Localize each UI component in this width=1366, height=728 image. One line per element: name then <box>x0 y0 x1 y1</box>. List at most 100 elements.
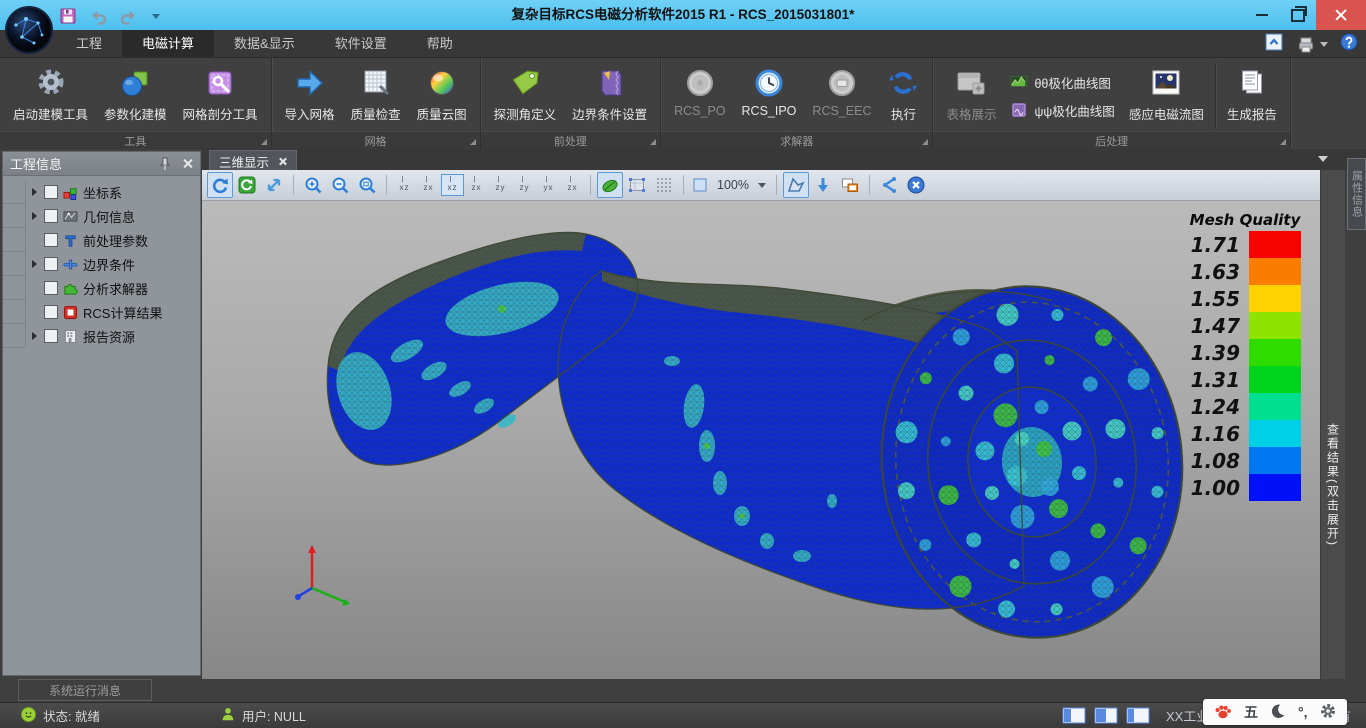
layout-split-center-icon[interactable] <box>1094 706 1118 725</box>
chevron-down-icon[interactable] <box>1318 156 1328 162</box>
fit-view-button[interactable] <box>261 172 287 198</box>
ribbon-button-4-1: RCS_PO <box>666 61 733 131</box>
view-orientation-button-3[interactable]: xz <box>441 174 464 196</box>
legend-tick: 1.39 <box>1174 341 1249 365</box>
checkbox[interactable] <box>44 281 58 295</box>
menu-tab-2[interactable]: 电磁计算 <box>122 30 214 57</box>
ime-wubi-label[interactable]: 五 <box>1244 702 1258 722</box>
expander-icon[interactable] <box>26 260 42 268</box>
tab-properties[interactable]: 属性信息 <box>1347 158 1366 230</box>
pin-icon[interactable] <box>158 157 172 171</box>
clear-view-button[interactable] <box>903 172 929 198</box>
export-image-button[interactable] <box>837 172 863 198</box>
ribbon-button-2-3[interactable]: 质量云图 <box>409 61 475 131</box>
ime-toolbar[interactable]: 五 °, <box>1203 699 1347 725</box>
tree-item-1[interactable]: 坐标系 <box>3 180 200 204</box>
boundary-condition-icon <box>594 65 626 101</box>
ribbon-button-2-1[interactable]: 导入网格 <box>277 61 343 131</box>
tab-system-messages[interactable]: 系统运行消息 <box>18 679 152 701</box>
expander-icon[interactable] <box>26 188 42 196</box>
legend-title: Mesh Quality <box>1174 211 1316 229</box>
ribbon-button-5-3[interactable]: 感应电磁流图 <box>1121 61 1212 131</box>
quick-access-dropdown-icon[interactable] <box>152 14 160 19</box>
redo-icon[interactable] <box>118 6 138 26</box>
wireframe-view-button[interactable] <box>624 172 650 198</box>
view-orientation-button-1[interactable]: xz <box>393 174 416 196</box>
panel-close-icon[interactable] <box>182 158 193 169</box>
app-logo[interactable] <box>4 5 54 55</box>
ribbon-button-1-1[interactable]: 启动建模工具 <box>5 61 96 131</box>
tree-item-3[interactable]: 前处理参数 <box>3 228 200 252</box>
device-dropdown-icon[interactable] <box>1295 36 1328 54</box>
close-button[interactable] <box>1316 0 1366 30</box>
view-orientation-button-4[interactable]: zx <box>465 174 488 196</box>
tab-close-icon[interactable] <box>278 157 287 166</box>
zoom-percent-dropdown-icon[interactable] <box>758 183 766 188</box>
tree-item-4[interactable]: 边界条件 <box>3 252 200 276</box>
checkbox[interactable] <box>44 329 58 343</box>
checkbox[interactable] <box>44 209 58 223</box>
undo-icon[interactable] <box>88 6 108 26</box>
points-view-button[interactable] <box>651 172 677 198</box>
ribbon-small-button-5-2-2[interactable]: ψψ极化曲线图 <box>1010 101 1114 120</box>
pick-region-button[interactable] <box>783 172 809 198</box>
toolbar-separator <box>590 175 591 195</box>
ime-punct-label[interactable]: °, <box>1298 704 1308 720</box>
ime-moon-icon[interactable] <box>1269 702 1287 723</box>
tab-3d-view[interactable]: 三维显示 <box>209 150 297 171</box>
ribbon-button-1-3[interactable]: 网格剖分工具 <box>175 61 266 131</box>
3d-viewport[interactable]: Mesh Quality 1.711.631.551.471.391.311.2… <box>202 201 1320 679</box>
zoom-in-button[interactable] <box>300 172 326 198</box>
orbit-button[interactable] <box>234 172 260 198</box>
screenshot-down-button[interactable] <box>810 172 836 198</box>
collapse-ribbon-icon[interactable] <box>1265 33 1283 56</box>
legend-row: 1.47 <box>1174 312 1316 339</box>
zoom-percent-value[interactable]: 100% <box>717 178 749 192</box>
checkbox[interactable] <box>44 185 58 199</box>
zoom-window-button[interactable] <box>354 172 380 198</box>
expander-icon[interactable] <box>26 332 42 340</box>
ribbon-button-3-1[interactable]: 探测角定义 <box>486 61 565 131</box>
view-orientation-button-6[interactable]: zy <box>513 174 536 196</box>
share-view-button[interactable] <box>876 172 902 198</box>
view-orientation-button-7[interactable]: yx <box>537 174 560 196</box>
shaded-view-button[interactable] <box>597 172 623 198</box>
ribbon-button-4-4[interactable]: 执行 <box>879 61 927 131</box>
modeling-tool-icon <box>35 65 67 101</box>
view-orientation-button-2[interactable]: zx <box>417 174 440 196</box>
layout-split-left-icon[interactable] <box>1062 706 1086 725</box>
layout-split-right-icon[interactable] <box>1126 706 1150 725</box>
help-icon[interactable] <box>1340 33 1358 56</box>
checkbox[interactable] <box>44 305 58 319</box>
ribbon-button-5-5[interactable]: 生成报告 <box>1219 61 1285 131</box>
ribbon-button-2-2[interactable]: 质量检查 <box>343 61 409 131</box>
mesh-quality-legend: Mesh Quality 1.711.631.551.471.391.311.2… <box>1174 211 1316 501</box>
rotate-button[interactable] <box>207 172 233 198</box>
results-sidebar[interactable]: 查看结果(双击展开) <box>1320 170 1345 679</box>
menu-tab-3[interactable]: 数据&显示 <box>214 30 315 57</box>
tree-item-7[interactable]: 报告资源 <box>3 324 200 348</box>
minimize-button[interactable] <box>1244 0 1280 30</box>
menu-tab-1[interactable]: 工程 <box>56 30 122 57</box>
tree-item-5[interactable]: 分析求解器 <box>3 276 200 300</box>
tree-item-6[interactable]: RCS计算结果 <box>3 300 200 324</box>
ime-gear-icon[interactable] <box>1319 702 1337 723</box>
view-orientation-button-5[interactable]: zy <box>489 174 512 196</box>
ribbon-button-4-2[interactable]: RCS_IPO <box>734 61 805 131</box>
view-orientation-button-8[interactable]: zx <box>561 174 584 196</box>
ribbon-small-button-5-2-1[interactable]: θθ极化曲线图 <box>1010 73 1114 92</box>
menu-tab-5[interactable]: 帮助 <box>407 30 473 57</box>
zoom-out-button[interactable] <box>327 172 353 198</box>
checkbox[interactable] <box>44 257 58 271</box>
legend-row: 1.16 <box>1174 420 1316 447</box>
expander-icon[interactable] <box>26 212 42 220</box>
save-icon[interactable] <box>58 6 78 26</box>
ime-paw-icon[interactable] <box>1213 702 1233 723</box>
restore-button[interactable] <box>1280 0 1316 30</box>
menu-tab-4[interactable]: 软件设置 <box>315 30 407 57</box>
tree-item-2[interactable]: 几何信息 <box>3 204 200 228</box>
checkbox[interactable] <box>44 233 58 247</box>
restore-icon <box>1291 9 1305 22</box>
ribbon-button-3-2[interactable]: 边界条件设置 <box>564 61 655 131</box>
ribbon-button-1-2[interactable]: 参数化建模 <box>96 61 175 131</box>
